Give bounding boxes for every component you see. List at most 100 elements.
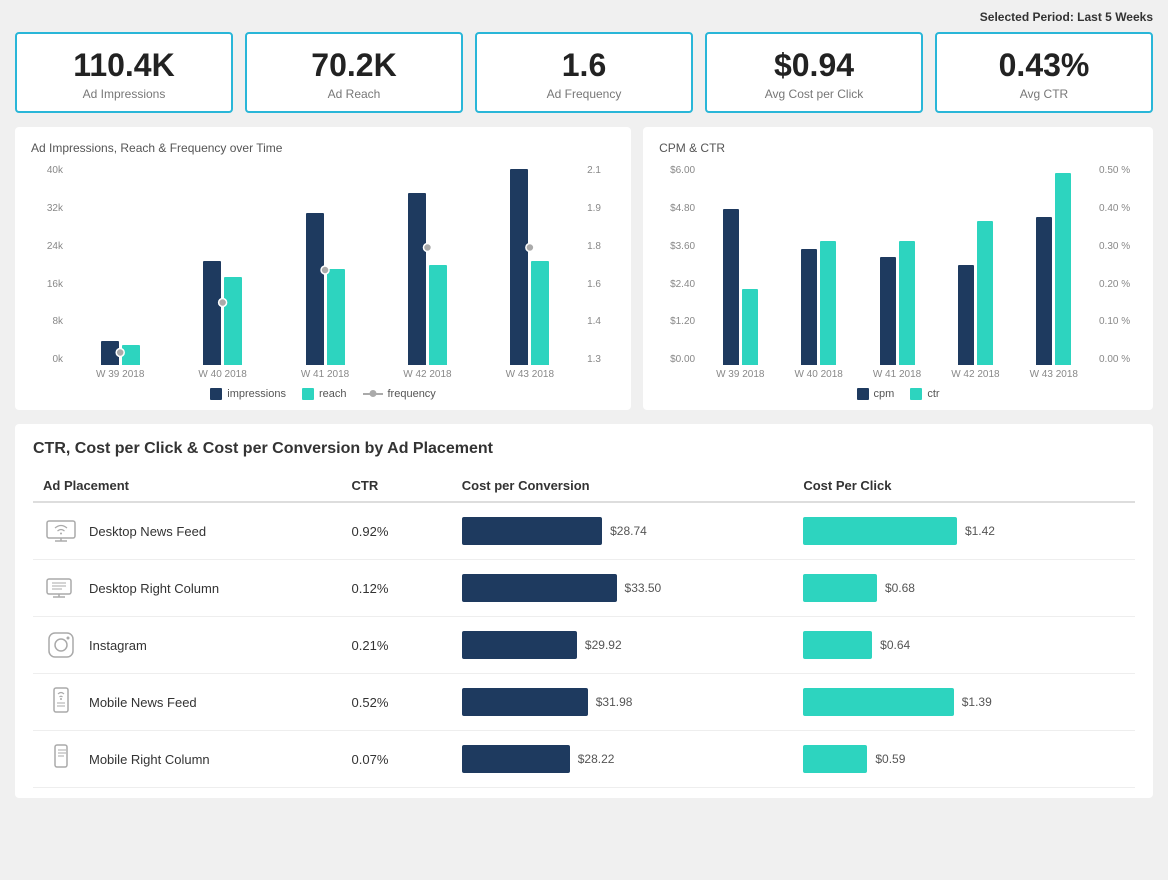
col-header-ctr: CTR bbox=[342, 472, 452, 502]
bar-impressions bbox=[510, 169, 528, 365]
cost-conversion-cell: $31.98 bbox=[452, 674, 794, 731]
legend-item-frequency: frequency bbox=[363, 388, 436, 400]
cpm-bar-group bbox=[701, 165, 779, 365]
bar-reach bbox=[122, 345, 140, 365]
left-chart-wrapper: 40k32k24k16k8k0kW 39 2018W 40 2018W 41 2… bbox=[31, 165, 615, 380]
cost-click-value: $1.39 bbox=[962, 695, 992, 709]
kpi-card-frequency: 1.6 Ad Frequency bbox=[475, 32, 693, 113]
legend-item-cpm-cpm: cpm bbox=[857, 388, 895, 400]
kpi-value-frequency: 1.6 bbox=[487, 48, 681, 83]
cost-click-cell: $1.39 bbox=[793, 674, 1135, 731]
kpi-value-cpc: $0.94 bbox=[717, 48, 911, 83]
kpi-card-impressions: 110.4K Ad Impressions bbox=[15, 32, 233, 113]
cost-click-value: $0.68 bbox=[885, 581, 915, 595]
ctr-cell: 0.92% bbox=[342, 502, 452, 560]
bar-ctr bbox=[977, 221, 993, 365]
table-row: Desktop News Feed 0.92% $28.74 $1.42 bbox=[33, 502, 1135, 560]
kpi-card-reach: 70.2K Ad Reach bbox=[245, 32, 463, 113]
bar-ctr bbox=[820, 241, 836, 365]
cost-click-value: $0.59 bbox=[875, 752, 905, 766]
bar-group bbox=[69, 165, 171, 365]
bar-group bbox=[376, 165, 478, 365]
cost-conversion-bar bbox=[462, 631, 577, 659]
bar-ctr bbox=[1055, 173, 1071, 365]
table-row: Mobile Right Column 0.07% $28.22 $0.59 bbox=[33, 731, 1135, 788]
placement-icon bbox=[43, 684, 79, 720]
cost-conversion-value: $31.98 bbox=[596, 695, 633, 709]
bar-reach bbox=[327, 269, 345, 365]
placement-table: Ad Placement CTR Cost per Conversion Cos… bbox=[33, 472, 1135, 788]
cpm-bar-group bbox=[936, 165, 1014, 365]
kpi-label-frequency: Ad Frequency bbox=[487, 87, 681, 101]
right-chart-legend: cpm ctr bbox=[659, 388, 1137, 400]
selected-period-label: Selected Period: bbox=[980, 10, 1074, 24]
bar-reach bbox=[531, 261, 549, 365]
placement-name: Instagram bbox=[89, 638, 147, 653]
cost-conversion-value: $29.92 bbox=[585, 638, 622, 652]
placement-icon bbox=[43, 570, 79, 606]
cost-click-cell: $0.59 bbox=[793, 731, 1135, 788]
placement-cell: Mobile Right Column bbox=[33, 731, 342, 788]
cost-conversion-value: $28.22 bbox=[578, 752, 615, 766]
placement-icon bbox=[43, 513, 79, 549]
ctr-cell: 0.52% bbox=[342, 674, 452, 731]
col-header-cost-conversion: Cost per Conversion bbox=[452, 472, 794, 502]
kpi-value-impressions: 110.4K bbox=[27, 48, 221, 83]
table-row: Mobile News Feed 0.52% $31.98 $1.39 bbox=[33, 674, 1135, 731]
ctr-cell: 0.07% bbox=[342, 731, 452, 788]
bar-impressions bbox=[101, 341, 119, 365]
col-header-placement: Ad Placement bbox=[33, 472, 342, 502]
bar-impressions bbox=[306, 213, 324, 365]
bar-impressions bbox=[408, 193, 426, 365]
cost-click-bar bbox=[803, 574, 877, 602]
charts-row: Ad Impressions, Reach & Frequency over T… bbox=[15, 127, 1153, 410]
cost-click-cell: $0.68 bbox=[793, 560, 1135, 617]
placement-icon bbox=[43, 741, 79, 777]
legend-item-impressions: impressions bbox=[210, 388, 286, 400]
bar-group bbox=[274, 165, 376, 365]
placement-name: Mobile Right Column bbox=[89, 752, 210, 767]
kpi-card-cpc: $0.94 Avg Cost per Click bbox=[705, 32, 923, 113]
ctr-cell: 0.21% bbox=[342, 617, 452, 674]
bar-reach bbox=[429, 265, 447, 365]
cpm-bar-group bbox=[858, 165, 936, 365]
cost-conversion-bar bbox=[462, 574, 617, 602]
kpi-value-reach: 70.2K bbox=[257, 48, 451, 83]
bar-cpm bbox=[801, 249, 817, 365]
cost-conversion-value: $33.50 bbox=[625, 581, 662, 595]
table-row: Desktop Right Column 0.12% $33.50 $0.68 bbox=[33, 560, 1135, 617]
cost-click-value: $0.64 bbox=[880, 638, 910, 652]
cost-conversion-cell: $28.74 bbox=[452, 502, 794, 560]
placement-name: Desktop Right Column bbox=[89, 581, 219, 596]
table-section-title: CTR, Cost per Click & Cost per Conversio… bbox=[33, 440, 1135, 458]
cost-conversion-cell: $29.92 bbox=[452, 617, 794, 674]
right-chart-wrapper: $6.00$4.80$3.60$2.40$1.20$0.00W 39 2018W… bbox=[659, 165, 1137, 380]
bar-cpm bbox=[1036, 217, 1052, 365]
placement-icon bbox=[43, 627, 79, 663]
bar-cpm bbox=[880, 257, 896, 365]
placement-cell: Desktop News Feed bbox=[33, 502, 342, 560]
cost-conversion-bar bbox=[462, 745, 570, 773]
kpi-label-reach: Ad Reach bbox=[257, 87, 451, 101]
cost-conversion-bar bbox=[462, 517, 602, 545]
legend-item-reach: reach bbox=[302, 388, 347, 400]
left-chart-box: Ad Impressions, Reach & Frequency over T… bbox=[15, 127, 631, 410]
placement-name: Desktop News Feed bbox=[89, 524, 206, 539]
bar-ctr bbox=[742, 289, 758, 365]
table-row: Instagram 0.21% $29.92 $0.64 bbox=[33, 617, 1135, 674]
table-header-row: Ad Placement CTR Cost per Conversion Cos… bbox=[33, 472, 1135, 502]
cost-conversion-cell: $28.22 bbox=[452, 731, 794, 788]
kpi-value-ctr: 0.43% bbox=[947, 48, 1141, 83]
cost-click-bar bbox=[803, 631, 872, 659]
cost-click-value: $1.42 bbox=[965, 524, 995, 538]
bar-cpm bbox=[723, 209, 739, 365]
placement-cell: Mobile News Feed bbox=[33, 674, 342, 731]
cost-conversion-value: $28.74 bbox=[610, 524, 647, 538]
cost-click-bar bbox=[803, 688, 953, 716]
legend-item-cpm-ctr: ctr bbox=[910, 388, 939, 400]
cost-click-bar bbox=[803, 517, 957, 545]
cost-conversion-cell: $33.50 bbox=[452, 560, 794, 617]
bar-reach bbox=[224, 277, 242, 365]
ctr-cell: 0.12% bbox=[342, 560, 452, 617]
right-chart-box: CPM & CTR $6.00$4.80$3.60$2.40$1.20$0.00… bbox=[643, 127, 1153, 410]
